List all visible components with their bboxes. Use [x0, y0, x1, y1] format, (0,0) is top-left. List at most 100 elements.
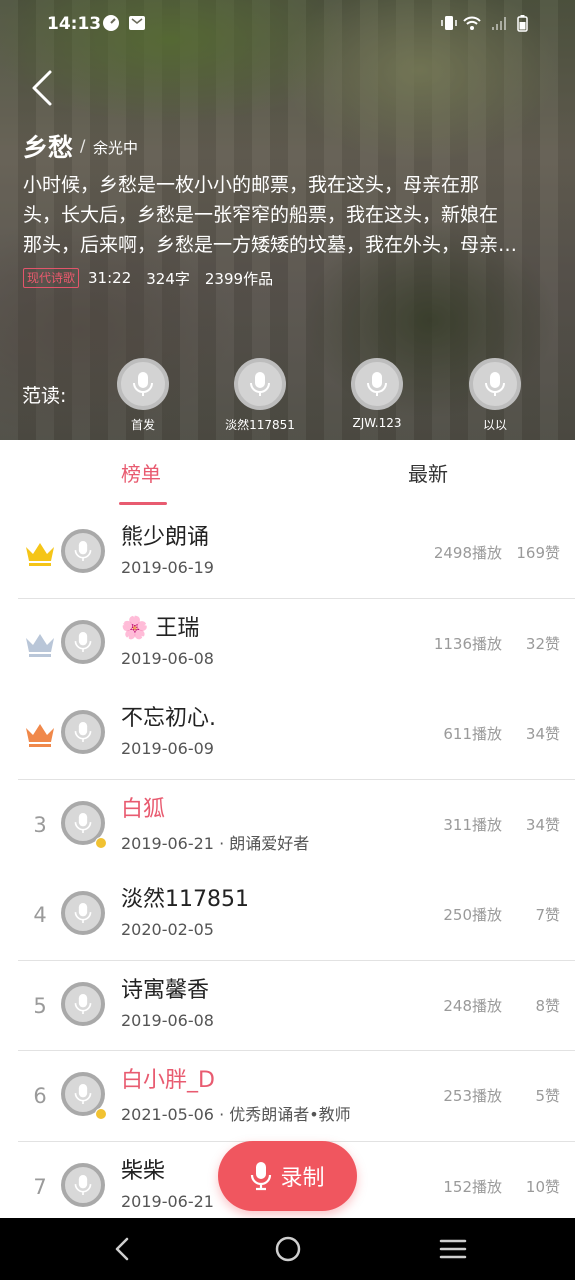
mic-icon: [250, 372, 270, 396]
readers-label: 范读:: [22, 385, 67, 407]
like-count: 10赞: [525, 1177, 560, 1196]
avatar[interactable]: [61, 710, 105, 754]
mic-icon: [74, 541, 92, 561]
rank-number: 7: [33, 1174, 47, 1199]
list-item[interactable]: 6 白小胖_D 2021-05-06 · 优秀朗诵者•教师 253播放 5赞: [0, 1051, 575, 1142]
avatar: [117, 358, 169, 410]
avatar: [469, 358, 521, 410]
poem-line: 小时候，乡愁是一枚小小的邮票，我在这头，母亲在那: [23, 174, 480, 196]
list-item[interactable]: 🌸 王瑞 2019-06-08 1136播放 32赞: [0, 599, 575, 690]
tab-latest[interactable]: 最新: [408, 458, 448, 487]
record-date: 2019-06-21 · 朗诵爱好者: [121, 833, 310, 853]
like-count: 32赞: [525, 634, 560, 653]
reciter-name: 🌸 王瑞: [121, 615, 200, 641]
verified-badge-icon: [95, 836, 107, 849]
system-nav-bar: [0, 1218, 575, 1280]
poem-line: 那头，后来啊，乡愁是一方矮矮的坟墓，我在外头，母亲…: [23, 234, 518, 256]
rank-slot: [20, 508, 60, 599]
mic-icon: [74, 993, 92, 1014]
nav-back-icon[interactable]: [108, 1234, 138, 1264]
avatar[interactable]: [61, 529, 105, 573]
mail-icon: [129, 16, 145, 30]
list-item[interactable]: 3 白狐 2019-06-21 · 朗诵爱好者 311播放 34赞: [0, 780, 575, 871]
mic-icon: [74, 722, 92, 742]
avatar[interactable]: [61, 981, 105, 1026]
poem-author[interactable]: 余光中: [93, 137, 138, 158]
play-count: 611播放: [443, 725, 502, 743]
status-bar: 14:13: [0, 0, 575, 48]
like-count: 169赞: [516, 544, 560, 562]
rank-number: 6: [33, 1084, 47, 1109]
poem-header: 14:13 乡愁 / 余光中 小时候，乡愁是一枚小小的邮票，我在这头，母亲在那 …: [0, 0, 575, 440]
mic-icon: [74, 812, 92, 833]
poem-excerpt[interactable]: 小时候，乡愁是一枚小小的邮票，我在这头，母亲在那 头，长大后，乡愁是一张窄窄的船…: [23, 170, 558, 260]
speed-icon: [103, 15, 119, 31]
title-separator: /: [80, 136, 86, 155]
silver-crown-icon: [26, 633, 54, 657]
nav-menu-icon[interactable]: [438, 1234, 468, 1264]
list-item[interactable]: 熊少朗诵 2019-06-19 2498播放 169赞: [0, 508, 575, 599]
avatar[interactable]: [61, 1162, 105, 1207]
record-label: 录制: [280, 1166, 325, 1191]
rank-slot: 6: [20, 1051, 60, 1142]
reader-item[interactable]: 以以: [450, 358, 540, 433]
play-count: 152播放: [443, 1177, 502, 1196]
list-item[interactable]: 4 淡然117851 2020-02-05 250播放 7赞: [0, 870, 575, 961]
play-count: 250播放: [443, 906, 502, 924]
rank-number: 5: [33, 993, 47, 1018]
poem-line: 头，长大后，乡愁是一张窄窄的船票，我在这头，新娘在: [23, 204, 499, 226]
rank-number: 4: [33, 903, 47, 928]
reader-item[interactable]: 首发: [98, 358, 188, 433]
avatar: [234, 358, 286, 410]
mic-icon: [74, 631, 92, 652]
list-item[interactable]: 不忘初心. 2019-06-09 611播放 34赞: [0, 689, 575, 780]
like-count: 34赞: [525, 725, 560, 743]
genre-tag[interactable]: 现代诗歌: [23, 268, 80, 288]
reader-item[interactable]: ZJW.123: [332, 358, 422, 430]
reciter-name: 白小胖_D: [121, 1068, 215, 1093]
mic-icon: [74, 1174, 92, 1195]
mic-icon: [74, 1084, 92, 1104]
rank-number: 3: [33, 812, 47, 837]
list-item[interactable]: 5 诗寓馨香 2019-06-08 248播放 8赞: [0, 961, 575, 1052]
avatar[interactable]: [61, 619, 105, 664]
record-date: 2019-06-08: [121, 648, 214, 668]
reciter-name: 不忘初心.: [121, 706, 216, 731]
record-date: 2019-06-08: [121, 1010, 214, 1030]
nav-home-icon[interactable]: [273, 1234, 303, 1264]
rank-slot: [20, 599, 60, 690]
rank-slot: 5: [20, 961, 60, 1052]
status-time: 14:13: [47, 14, 102, 34]
avatar: [351, 358, 403, 410]
vibrate-icon: [441, 16, 457, 30]
avatar[interactable]: [61, 891, 105, 935]
reciter-name: 白狐: [121, 796, 166, 822]
reciter-name: 淡然117851: [121, 887, 249, 912]
like-count: 7赞: [535, 906, 560, 924]
like-count: 34赞: [525, 815, 560, 834]
reader-item[interactable]: 淡然117851: [215, 358, 305, 433]
mic-icon: [133, 372, 153, 396]
reader-name: 以以: [482, 418, 507, 432]
record-button[interactable]: 录制: [218, 1141, 357, 1211]
wifi-icon: [463, 16, 481, 30]
reciter-name: 柴柴: [121, 1158, 166, 1184]
back-arrow-icon[interactable]: [26, 68, 60, 108]
record-date: 2020-02-05: [121, 920, 214, 939]
signal-icon: [492, 17, 506, 30]
mic-icon: [251, 1162, 272, 1191]
like-count: 5赞: [535, 1087, 560, 1105]
verified-badge-icon: [95, 1108, 107, 1120]
record-date: 2019-06-09: [121, 739, 214, 758]
ranking-list: 熊少朗诵 2019-06-19 2498播放 169赞 🌸 王瑞 2019-06…: [0, 508, 575, 1232]
reciter-name: 诗寓馨香: [121, 977, 210, 1003]
play-count: 311播放: [443, 815, 502, 834]
poem-duration: 31:22: [88, 269, 132, 287]
mic-icon: [485, 372, 505, 396]
record-date: 2019-06-19: [121, 558, 214, 577]
poem-meta: 现代诗歌 31:22 324字 2399作品: [23, 267, 288, 289]
rank-slot: 3: [20, 780, 60, 871]
like-count: 8赞: [535, 996, 560, 1015]
record-date: 2019-06-21: [121, 1191, 214, 1211]
tab-ranking[interactable]: 榜单: [121, 458, 161, 487]
